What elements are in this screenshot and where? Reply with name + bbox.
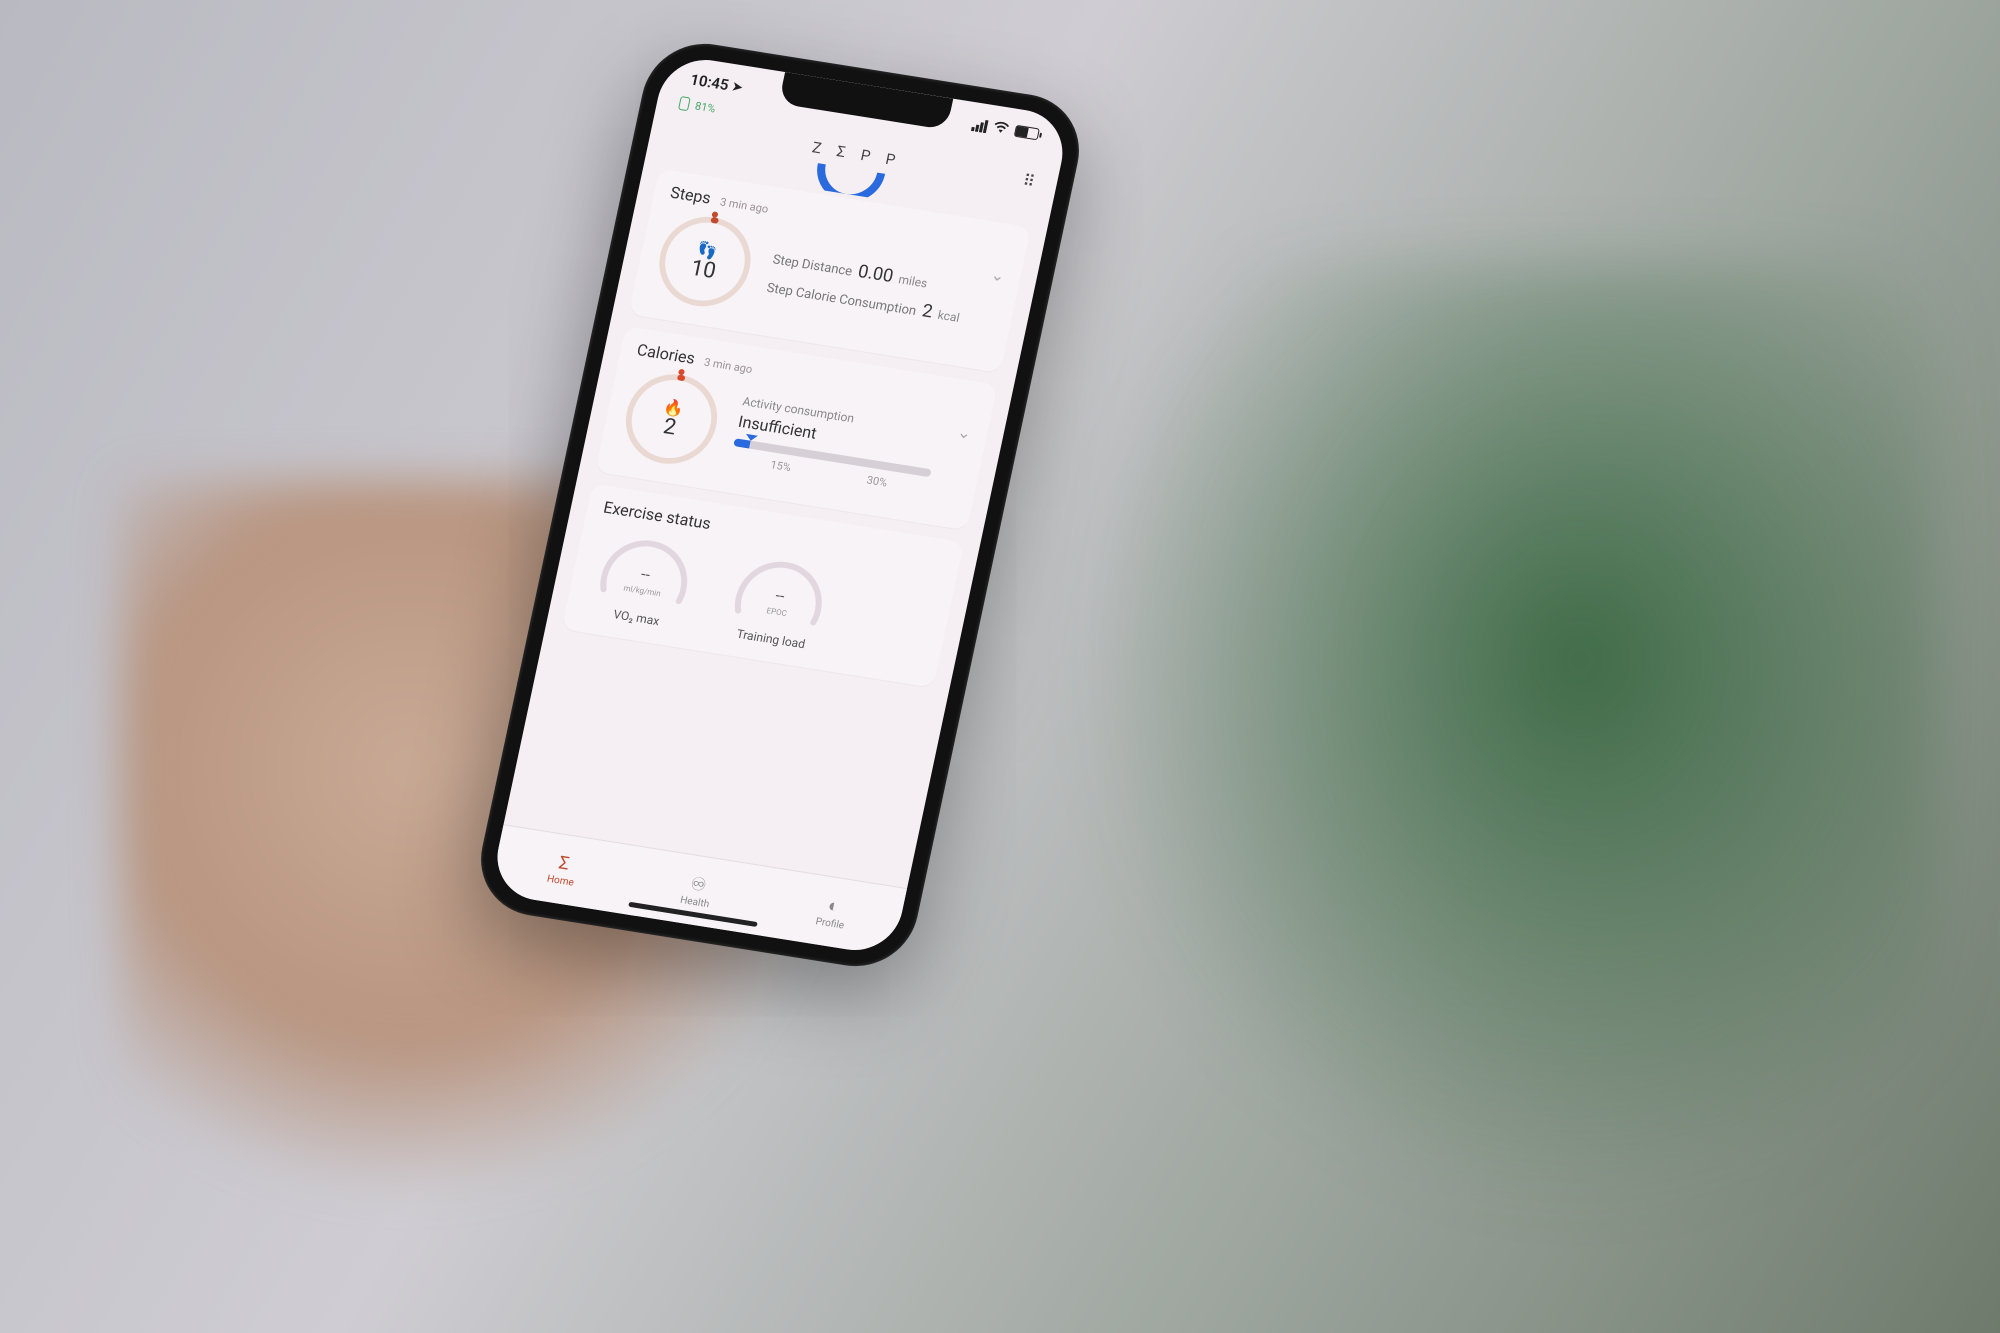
vo2max-gauge: -- ml/kg/min VO₂ max (581, 528, 709, 633)
activity-bar-marker (745, 434, 758, 442)
tab-health[interactable]: ♾ Health (679, 872, 715, 910)
cell-signal-icon (971, 118, 989, 133)
vo2max-label: VO₂ max (612, 607, 661, 628)
svg-text:--: -- (774, 586, 787, 606)
steps-timestamp: 3 min ago (719, 195, 770, 215)
step-distance-value: 0.00 (856, 261, 895, 287)
step-distance-label: Step Distance (771, 252, 853, 279)
widgets-icon[interactable]: ⠿ (1021, 171, 1037, 191)
calories-title: Calories (635, 340, 697, 368)
calories-timestamp: 3 min ago (703, 356, 754, 376)
tab-health-label: Health (679, 894, 710, 909)
svg-text:EPOC: EPOC (766, 606, 788, 618)
wifi-icon (991, 118, 1011, 138)
tab-profile-label: Profile (815, 916, 846, 931)
location-icon: ➤ (731, 79, 744, 94)
status-time: 10:45 (689, 71, 731, 95)
steps-title: Steps (669, 183, 713, 208)
battery-icon (1014, 125, 1040, 140)
watch-icon (678, 96, 691, 111)
calories-ring: 🔥 2 (614, 365, 729, 474)
steps-count: 10 (688, 256, 718, 284)
profile-icon: ◐ (826, 895, 841, 917)
step-calorie-value: 2 (920, 300, 934, 322)
tab-profile[interactable]: ◐ Profile (815, 893, 850, 931)
svg-text:--: -- (639, 564, 652, 584)
vo2-unit-text: ml/kg/min (623, 584, 662, 599)
tab-home-label: Home (546, 873, 575, 888)
tab-home[interactable]: Σ Home (546, 851, 580, 888)
step-distance-unit: miles (897, 272, 929, 290)
health-icon: ♾ (688, 873, 708, 896)
phone-frame: 10:45 ➤ 81% Z Σ P P ⠿ (470, 35, 1090, 974)
steps-ring: 👣 10 (648, 207, 763, 316)
training-load-label: Training load (735, 627, 806, 651)
content-scroll[interactable]: Steps 3 min ago 👣 10 (504, 166, 1047, 888)
home-icon: Σ (557, 852, 572, 874)
chevron-down-icon[interactable]: ⌄ (956, 422, 973, 443)
chevron-down-icon[interactable]: ⌄ (989, 265, 1006, 286)
calories-count: 2 (661, 414, 678, 440)
training-load-gauge: -- EPOC Training load (715, 549, 843, 654)
phone-screen: 10:45 ➤ 81% Z Σ P P ⠿ (489, 53, 1071, 956)
step-calorie-unit: kcal (937, 308, 961, 325)
